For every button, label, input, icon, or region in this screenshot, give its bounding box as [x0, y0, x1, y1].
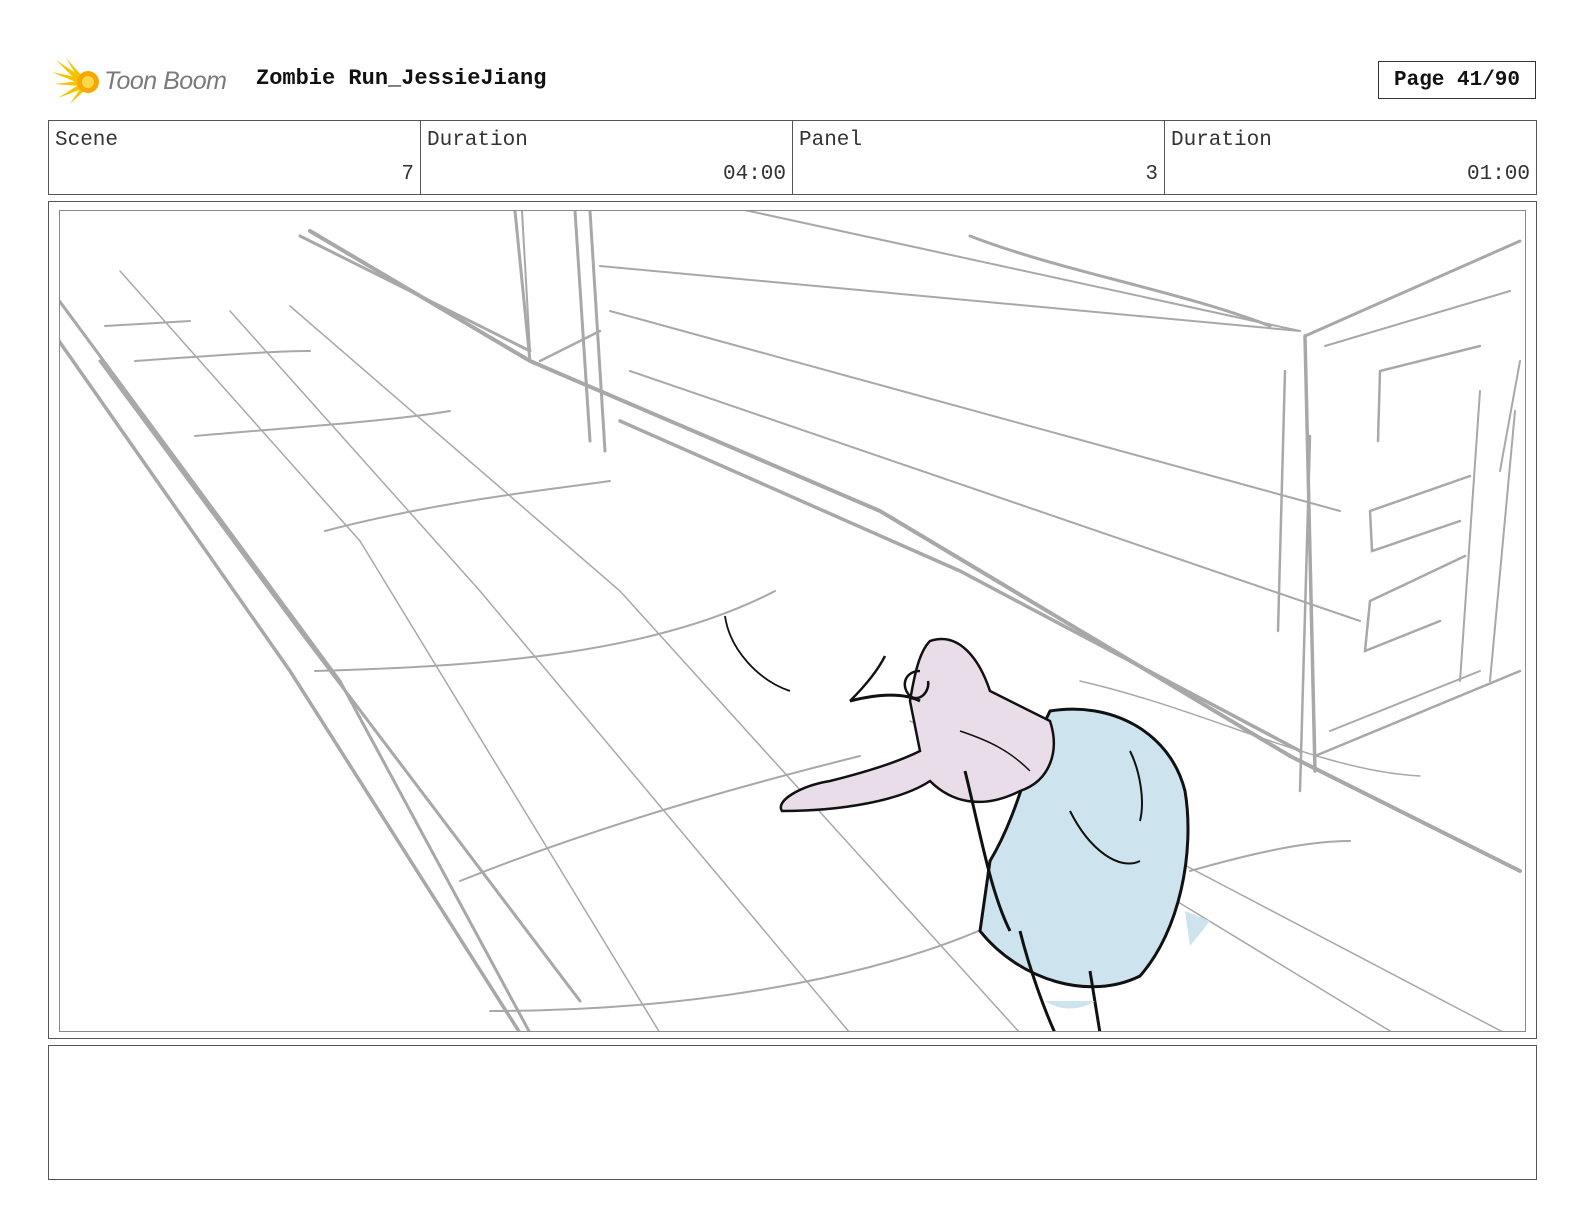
info-table: Scene 7 Duration 04:00 Panel 3 Duration … [48, 120, 1537, 195]
panel-notes-box [48, 1045, 1537, 1180]
scene-duration-cell: Duration 04:00 [421, 121, 793, 194]
scene-duration-label: Duration [427, 129, 528, 152]
panel-label: Panel [799, 129, 863, 152]
panel-value: 3 [1145, 163, 1158, 186]
project-title: Zombie Run_JessieJiang [256, 66, 547, 91]
panel-duration-value: 01:00 [1466, 163, 1530, 186]
storyboard-sketch [60, 211, 1522, 1031]
toon-boom-logo: Toon Boom [52, 56, 227, 106]
storyboard-panel [48, 201, 1537, 1039]
panel-duration-label: Duration [1171, 129, 1272, 152]
scene-cell: Scene 7 [49, 121, 421, 194]
scene-value: 7 [401, 163, 414, 186]
background-sketch-lines [60, 211, 1522, 1031]
scene-label: Scene [55, 129, 119, 152]
panel-drawing-area [59, 210, 1526, 1032]
logo-text: Toon Boom [104, 66, 227, 95]
page-indicator: Page 41/90 [1378, 61, 1536, 99]
starburst-icon [52, 58, 99, 104]
scene-duration-value: 04:00 [722, 163, 786, 186]
panel-cell: Panel 3 [793, 121, 1165, 194]
panel-duration-cell: Duration 01:00 [1165, 121, 1536, 194]
